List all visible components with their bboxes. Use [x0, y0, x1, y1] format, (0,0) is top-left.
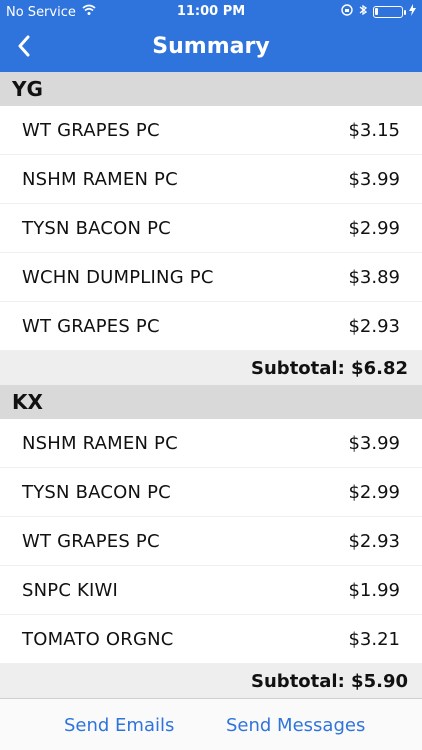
charging-icon: [409, 4, 416, 20]
item-name: NSHM RAMEN PC: [22, 432, 178, 454]
bottom-toolbar: Send Emails Send Messages: [0, 698, 422, 750]
list-item[interactable]: TYSN BACON PC $2.99: [0, 468, 422, 517]
item-name: TYSN BACON PC: [22, 481, 171, 503]
battery-icon: [373, 6, 406, 18]
list-item[interactable]: WT GRAPES PC $3.15: [0, 106, 422, 155]
list-item[interactable]: NSHM RAMEN PC $3.99: [0, 419, 422, 468]
battery-fill: [375, 8, 378, 15]
item-name: WT GRAPES PC: [22, 315, 160, 337]
status-bar: No Service 11:00 PM: [0, 0, 422, 24]
send-emails-button[interactable]: Send Emails: [64, 715, 174, 736]
item-price: $3.99: [348, 432, 400, 454]
bluetooth-icon: [359, 4, 368, 20]
item-name: SNPC KIWI: [22, 579, 119, 601]
list-item[interactable]: WT GRAPES PC $2.93: [0, 302, 422, 351]
item-name: TYSN BACON PC: [22, 217, 171, 239]
status-right: [341, 4, 416, 20]
list-item[interactable]: TYSN BACON PC $2.99: [0, 204, 422, 253]
item-name: WCHN DUMPLING PC: [22, 266, 214, 288]
list-item[interactable]: NSHM RAMEN PC $3.99: [0, 155, 422, 204]
section-subtotal: Subtotal: $5.90: [0, 664, 422, 698]
section-header: KX: [0, 385, 422, 419]
header: No Service 11:00 PM Summary: [0, 0, 422, 72]
list-item[interactable]: WT GRAPES PC $2.93: [0, 517, 422, 566]
item-name: WT GRAPES PC: [22, 119, 160, 141]
list-item[interactable]: SNPC KIWI $1.99: [0, 566, 422, 615]
summary-list[interactable]: YG WT GRAPES PC $3.15 NSHM RAMEN PC $3.9…: [0, 72, 422, 698]
item-price: $3.21: [348, 628, 400, 650]
list-item[interactable]: WCHN DUMPLING PC $3.89: [0, 253, 422, 302]
rotation-lock-icon: [341, 4, 353, 20]
item-price: $2.93: [348, 315, 400, 337]
item-price: $2.99: [348, 217, 400, 239]
page-title: Summary: [152, 34, 270, 59]
section-subtotal: Subtotal: $6.82: [0, 351, 422, 385]
nav-bar: Summary: [0, 24, 422, 72]
item-price: $3.15: [348, 119, 400, 141]
item-name: NSHM RAMEN PC: [22, 168, 178, 190]
item-name: TOMATO ORGNC: [22, 628, 174, 650]
item-price: $2.93: [348, 530, 400, 552]
item-price: $3.89: [348, 266, 400, 288]
item-name: WT GRAPES PC: [22, 530, 160, 552]
send-messages-button[interactable]: Send Messages: [226, 715, 365, 736]
item-price: $2.99: [348, 481, 400, 503]
list-item[interactable]: TOMATO ORGNC $3.21: [0, 615, 422, 664]
item-price: $3.99: [348, 168, 400, 190]
item-price: $1.99: [348, 579, 400, 601]
section-header: YG: [0, 72, 422, 106]
